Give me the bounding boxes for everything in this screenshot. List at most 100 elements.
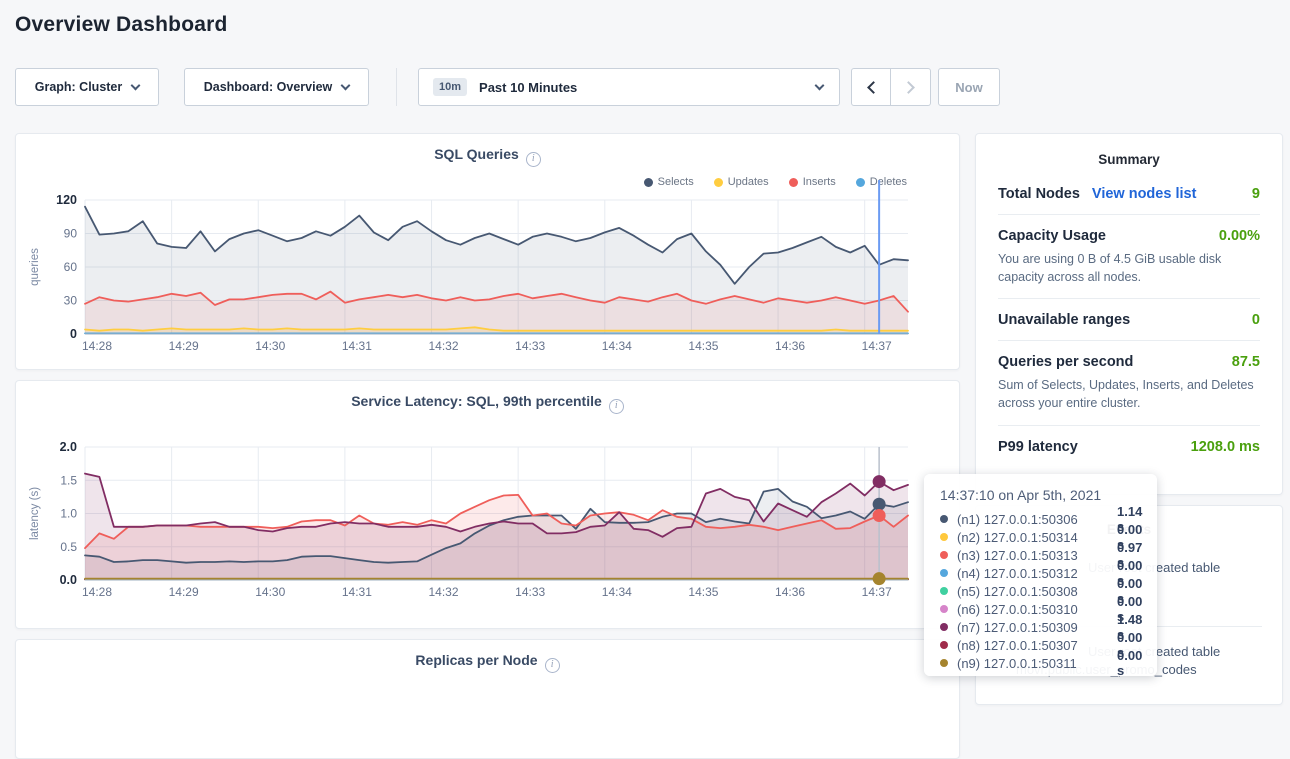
summary-label: Queries per second	[998, 354, 1133, 370]
summary-label: Capacity Usage	[998, 228, 1106, 244]
tooltip-rows: (n1) 127.0.0.1:503061.14 s (n2) 127.0.0.1…	[940, 510, 1143, 672]
graph-dropdown-label: Graph: Cluster	[35, 80, 123, 94]
series-dot-icon	[940, 659, 948, 667]
replicas-per-node-chart-card[interactable]: Replicas per Node	[15, 639, 960, 759]
x-tick-label: 14:33	[515, 339, 545, 353]
sql-queries-chart-card[interactable]: SQL Queries SelectsUpdatesInsertsDeletes…	[15, 133, 960, 370]
summary-row: Total Nodes View nodes list 9	[998, 173, 1260, 214]
x-tick-label: 14:37	[862, 585, 892, 599]
x-tick-label: 14:29	[169, 339, 199, 353]
tooltip-row: (n1) 127.0.0.1:503061.14 s	[940, 510, 1143, 528]
tooltip-node-address: (n1) 127.0.0.1:50306	[957, 512, 1117, 527]
x-tick-label: 14:30	[255, 585, 285, 599]
summary-description: You are using 0 B of 4.5 GiB usable disk…	[998, 250, 1260, 286]
chevron-down-icon	[815, 80, 825, 90]
x-tick-label: 14:35	[688, 339, 718, 353]
summary-row: Capacity Usage0.00%You are using 0 B of …	[998, 214, 1260, 298]
series-dot-icon	[940, 533, 948, 541]
x-tick-label: 14:34	[602, 585, 632, 599]
summary-title: Summary	[976, 134, 1282, 167]
x-tick-label: 14:29	[169, 585, 199, 599]
time-next-button[interactable]	[891, 68, 931, 106]
controls-divider	[396, 68, 397, 106]
chevron-right-icon	[902, 81, 915, 94]
service-latency-chart[interactable]: 14:2814:2914:3014:3114:3214:3314:3414:35…	[16, 381, 959, 628]
tooltip-node-address: (n7) 127.0.0.1:50309	[957, 620, 1117, 635]
x-tick-label: 14:32	[429, 585, 459, 599]
summary-value: 87.5	[1232, 354, 1260, 370]
tooltip-node-address: (n9) 127.0.0.1:50311	[957, 656, 1117, 671]
summary-value: 9	[1252, 186, 1260, 202]
series-dot-icon	[940, 623, 948, 631]
x-tick-label: 14:32	[429, 339, 459, 353]
y-tick-label: 0	[70, 327, 77, 341]
y-tick-label: 1.0	[60, 507, 77, 521]
hover-point-dot	[873, 572, 886, 585]
tooltip-node-address: (n2) 127.0.0.1:50314	[957, 530, 1117, 545]
time-range-dropdown[interactable]: 10m Past 10 Minutes	[418, 68, 840, 106]
tooltip-node-address: (n8) 127.0.0.1:50307	[957, 638, 1117, 653]
summary-row: Queries per second87.5Sum of Selects, Up…	[998, 340, 1260, 424]
tooltip-node-address: (n4) 127.0.0.1:50312	[957, 566, 1117, 581]
x-tick-label: 14:31	[342, 585, 372, 599]
info-icon[interactable]	[545, 658, 560, 673]
tooltip-row: (n9) 127.0.0.1:503110.00 s	[940, 654, 1143, 672]
tooltip-node-value: 0.00 s	[1117, 648, 1143, 678]
view-nodes-list-link[interactable]: View nodes list	[1092, 186, 1197, 202]
x-tick-label: 14:28	[82, 585, 112, 599]
chart-hover-tooltip: 14:37:10 on Apr 5th, 2021 (n1) 127.0.0.1…	[924, 474, 1157, 676]
tooltip-node-address: (n6) 127.0.0.1:50310	[957, 602, 1117, 617]
tooltip-node-address: (n3) 127.0.0.1:50313	[957, 548, 1117, 563]
series-dot-icon	[940, 641, 948, 649]
series-dot-icon	[940, 515, 948, 523]
y-tick-label: 2.0	[60, 440, 77, 454]
tooltip-row: (n7) 127.0.0.1:503091.48 s	[940, 618, 1143, 636]
tooltip-row: (n5) 127.0.0.1:503080.00 s	[940, 582, 1143, 600]
hover-point-dot	[873, 498, 886, 511]
summary-value: 0	[1252, 312, 1260, 328]
tooltip-row: (n6) 127.0.0.1:503100.00 s	[940, 600, 1143, 618]
summary-label: Unavailable ranges	[998, 312, 1130, 328]
tooltip-timestamp: 14:37:10 on Apr 5th, 2021	[940, 487, 1143, 503]
replicas-per-node-chart-title: Replicas per Node	[16, 652, 959, 673]
chevron-down-icon	[341, 80, 351, 90]
x-tick-label: 14:30	[255, 339, 285, 353]
tooltip-date: on Apr 5th, 2021	[998, 487, 1101, 503]
summary-body: Total Nodes View nodes list 9 Capacity Usag…	[976, 167, 1282, 467]
time-range-label: Past 10 Minutes	[479, 80, 577, 95]
y-axis-label: queries	[29, 248, 41, 286]
y-tick-label: 0.5	[60, 540, 77, 554]
service-latency-chart-card[interactable]: Service Latency: SQL, 99th percentile 14…	[15, 380, 960, 629]
tooltip-row: (n4) 127.0.0.1:503120.00 s	[940, 564, 1143, 582]
summary-panel: Summary Total Nodes View nodes list 9 Capac…	[975, 133, 1283, 495]
series-dot-icon	[940, 605, 948, 613]
y-tick-label: 0.0	[60, 573, 77, 587]
x-tick-label: 14:34	[602, 339, 632, 353]
graph-dropdown[interactable]: Graph: Cluster	[15, 68, 159, 106]
hover-point-dot	[873, 475, 886, 488]
summary-label: P99 latency	[998, 439, 1078, 455]
series-dot-icon	[940, 587, 948, 595]
summary-row: P99 latency1208.0 ms	[998, 425, 1260, 467]
y-tick-label: 30	[64, 294, 78, 308]
summary-row: Unavailable ranges 0	[998, 298, 1260, 340]
dashboard-dropdown[interactable]: Dashboard: Overview	[184, 68, 369, 106]
series-dot-icon	[940, 551, 948, 559]
chevron-down-icon	[131, 80, 141, 90]
x-tick-label: 14:37	[862, 339, 892, 353]
x-tick-label: 14:36	[775, 585, 805, 599]
now-button[interactable]: Now	[938, 68, 1000, 106]
tooltip-node-address: (n5) 127.0.0.1:50308	[957, 584, 1117, 599]
dashboard-dropdown-label: Dashboard: Overview	[204, 80, 333, 94]
x-tick-label: 14:31	[342, 339, 372, 353]
hover-point-dot	[873, 509, 886, 522]
page-title: Overview Dashboard	[15, 13, 228, 37]
x-tick-label: 14:33	[515, 585, 545, 599]
y-axis-label: latency (s)	[29, 487, 41, 540]
y-tick-label: 90	[64, 227, 78, 241]
summary-label: Total Nodes	[998, 186, 1080, 202]
time-prev-button[interactable]	[851, 68, 891, 106]
time-nav-group	[851, 68, 931, 106]
tooltip-row: (n8) 127.0.0.1:503070.00 s	[940, 636, 1143, 654]
sql-queries-chart[interactable]: 14:2814:2914:3014:3114:3214:3314:3414:35…	[16, 134, 959, 369]
